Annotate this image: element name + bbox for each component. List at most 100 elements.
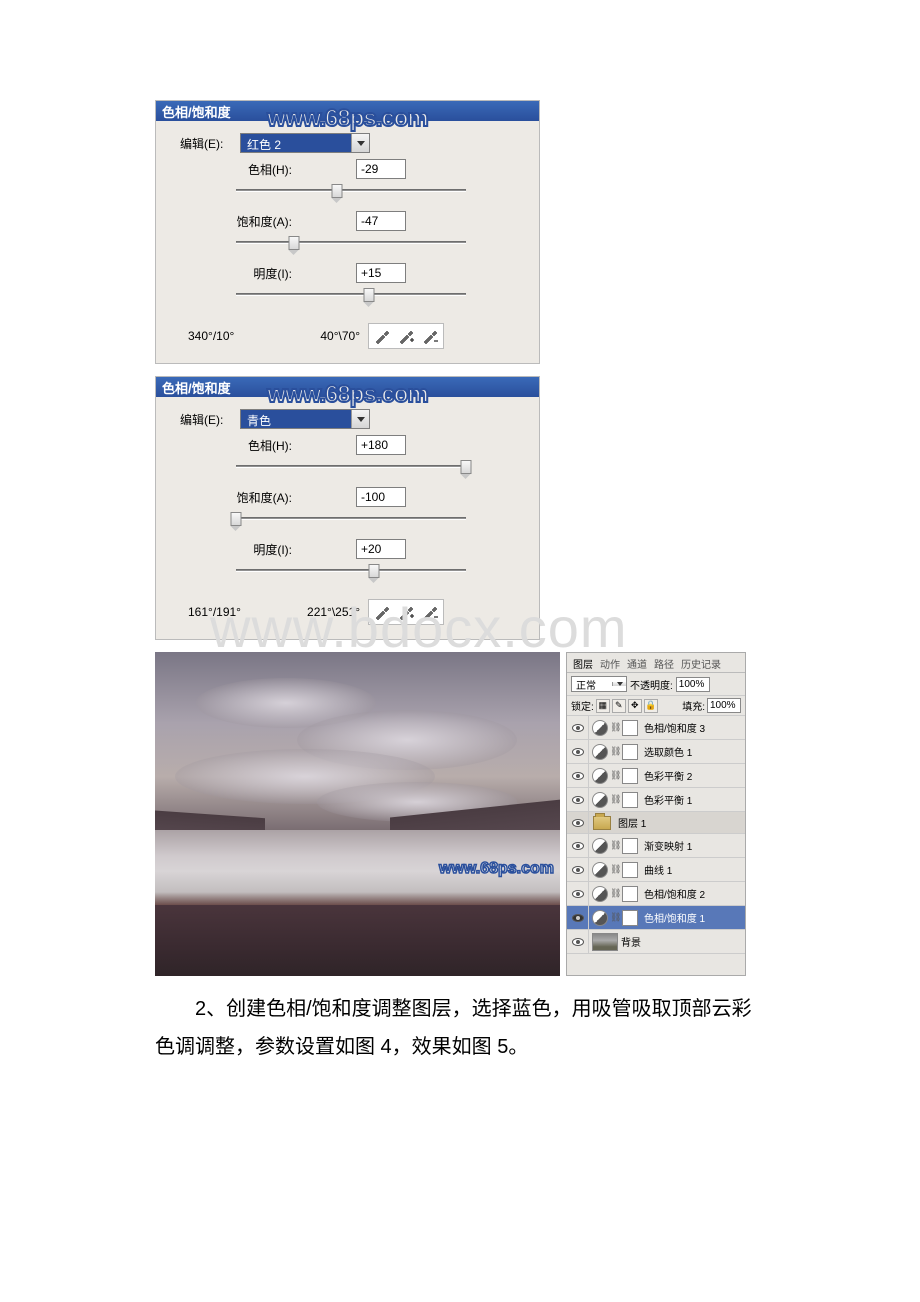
mask-thumb	[622, 838, 638, 854]
mask-thumb	[622, 862, 638, 878]
visibility-toggle[interactable]	[567, 716, 589, 739]
hue-input[interactable]	[356, 435, 406, 455]
layer-row[interactable]: ⛓渐变映射 1	[567, 834, 745, 858]
slider-thumb[interactable]	[332, 184, 343, 198]
visibility-toggle[interactable]	[567, 834, 589, 857]
layer-name: 色相/饱和度 3	[641, 720, 705, 735]
layer-row[interactable]: 背景	[567, 930, 745, 954]
adjustment-icon	[592, 862, 608, 878]
hue-slider[interactable]	[236, 461, 466, 473]
layer-thumb	[592, 933, 618, 951]
slider-thumb[interactable]	[461, 460, 472, 474]
panel-tab[interactable]: 路径	[652, 655, 676, 672]
layer-name: 背景	[618, 934, 641, 949]
adjustment-icon	[592, 886, 608, 902]
fill-input[interactable]	[707, 698, 741, 713]
eye-icon	[572, 748, 584, 756]
eyedropper-plus-icon[interactable]	[397, 327, 415, 345]
dropdown-icon[interactable]	[351, 410, 369, 428]
lightness-slider[interactable]	[236, 565, 466, 577]
dialog-title-text: 色相/饱和度	[162, 102, 231, 121]
lightness-slider[interactable]	[236, 289, 466, 301]
saturation-slider[interactable]	[236, 237, 466, 249]
eye-icon	[572, 819, 584, 827]
eyedropper-minus-icon[interactable]	[421, 327, 439, 345]
edit-select[interactable]: 青色	[240, 409, 370, 429]
layer-row[interactable]: ⛓ 色相/饱和度 2	[567, 882, 745, 906]
lock-transparent-icon[interactable]: ▦	[596, 699, 610, 713]
lightness-input[interactable]	[356, 539, 406, 559]
hue-label: 色相(H):	[180, 161, 300, 178]
panel-tab[interactable]: 通道	[625, 655, 649, 672]
hue-label: 色相(H):	[180, 437, 300, 454]
layer-name: 色彩平衡 1	[641, 792, 692, 807]
mask-thumb	[622, 792, 638, 808]
link-icon: ⛓	[610, 794, 620, 805]
opacity-input[interactable]	[676, 677, 710, 692]
visibility-toggle[interactable]	[567, 906, 589, 929]
slider-thumb[interactable]	[364, 288, 375, 302]
visibility-toggle[interactable]	[567, 882, 589, 905]
opacity-label: 不透明度:	[630, 677, 673, 692]
eye-icon	[572, 890, 584, 898]
saturation-label: 饱和度(A):	[180, 489, 300, 506]
link-icon: ⛓	[610, 888, 620, 899]
layer-row[interactable]: ⛓ 色彩平衡 1	[567, 788, 745, 812]
eyedropper-icon[interactable]	[373, 327, 391, 345]
panel-tab[interactable]: 图层	[571, 655, 595, 672]
folder-icon	[593, 816, 611, 830]
hue-sat-dialog-2: 色相/饱和度 www.68ps.com 编辑(E): 青色 色相(H): 饱和度…	[155, 376, 540, 640]
layer-row[interactable]: 图层 1	[567, 812, 745, 834]
layer-row[interactable]: ⛓ 色相/饱和度 3	[567, 716, 745, 740]
saturation-input[interactable]	[356, 211, 406, 231]
layer-list: ⛓色相/饱和度 3⛓选取颜色 1⛓色彩平衡 2⛓色彩平衡 1图层 1⛓渐变映射 …	[567, 716, 745, 954]
slider-thumb[interactable]	[369, 564, 380, 578]
saturation-slider[interactable]	[236, 513, 466, 525]
visibility-toggle[interactable]	[567, 812, 589, 833]
visibility-toggle[interactable]	[567, 740, 589, 763]
panel-tab[interactable]: 动作	[598, 655, 622, 672]
watermark-logo: www.68ps.com	[267, 381, 428, 409]
mask-thumb	[622, 768, 638, 784]
slider-thumb[interactable]	[288, 236, 299, 250]
layer-name: 色相/饱和度 2	[641, 886, 705, 901]
hue-slider[interactable]	[236, 185, 466, 197]
link-icon: ⛓	[610, 722, 620, 733]
fill-label: 填充:	[682, 698, 705, 713]
dropdown-icon[interactable]	[351, 134, 369, 152]
layer-name: 色彩平衡 2	[641, 768, 692, 783]
dropdown-icon[interactable]	[612, 682, 626, 686]
adjustment-icon	[592, 720, 608, 736]
lightness-input[interactable]	[356, 263, 406, 283]
eyedropper-plus-icon[interactable]	[397, 603, 415, 621]
slider-thumb[interactable]	[231, 512, 242, 526]
range-right: 221°\251°	[280, 605, 360, 619]
lock-brush-icon[interactable]: ✎	[612, 699, 626, 713]
layer-row[interactable]: ⛓色彩平衡 2	[567, 764, 745, 788]
range-right: 40°\70°	[280, 329, 360, 343]
eye-icon	[572, 866, 584, 874]
saturation-input[interactable]	[356, 487, 406, 507]
adjustment-icon	[592, 744, 608, 760]
visibility-toggle[interactable]	[567, 930, 589, 953]
eyedropper-group	[368, 599, 444, 625]
visibility-toggle[interactable]	[567, 764, 589, 787]
eyedropper-group	[368, 323, 444, 349]
visibility-toggle[interactable]	[567, 788, 589, 811]
layer-row[interactable]: ⛓选取颜色 1	[567, 740, 745, 764]
layer-name: 曲线 1	[641, 862, 672, 877]
visibility-toggle[interactable]	[567, 858, 589, 881]
hue-input[interactable]	[356, 159, 406, 179]
hue-sat-dialog-1: 色相/饱和度 www.68ps.com 编辑(E): 红色 2 色相(H): 饱…	[155, 100, 540, 364]
eyedropper-icon[interactable]	[373, 603, 391, 621]
layer-row[interactable]: ⛓曲线 1	[567, 858, 745, 882]
lock-all-icon[interactable]: 🔒	[644, 699, 658, 713]
lock-move-icon[interactable]: ✥	[628, 699, 642, 713]
blend-mode-select[interactable]: 正常	[571, 676, 627, 692]
link-icon: ⛓	[610, 912, 620, 923]
eyedropper-minus-icon[interactable]	[421, 603, 439, 621]
edit-select[interactable]: 红色 2	[240, 133, 370, 153]
layer-row[interactable]: ⛓色相/饱和度 1	[567, 906, 745, 930]
link-icon: ⛓	[610, 840, 620, 851]
panel-tab[interactable]: 历史记录	[679, 655, 723, 672]
